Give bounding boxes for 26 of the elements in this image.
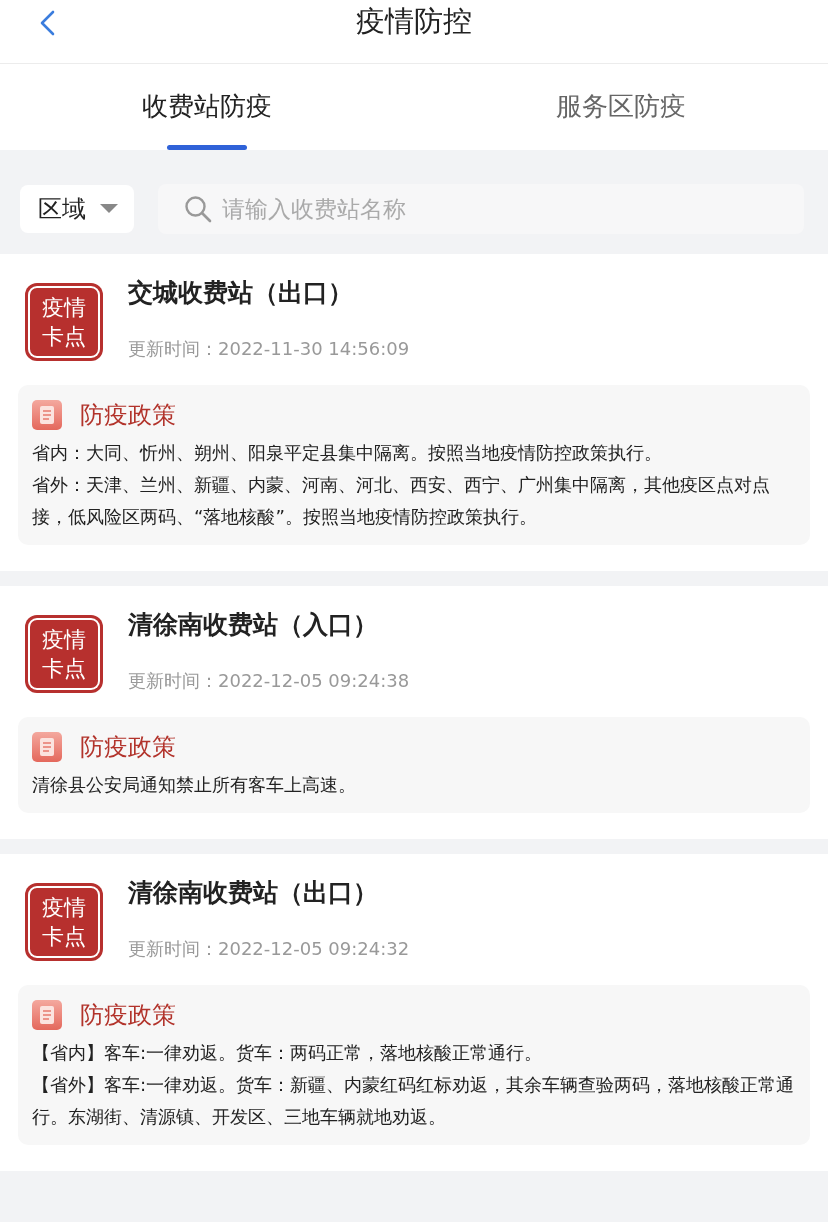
update-time: 更新时间：2022-12-05 09:24:38 [128, 669, 410, 693]
policy-text: 省外：天津、兰州、新疆、内蒙、河南、河北、西安、西宁、广州集中隔离，其他疫区点对点接，低风险区两码、“落地核酸”。按照当地疫情防控政策执行。 [32, 473, 771, 529]
update-time: 更新时间：2022-11-30 14:56:09 [128, 337, 410, 361]
policy-text: 【省外】客车:一律劝返。货车：新疆、内蒙红码红标劝返，其余车辆查验两码，落地核酸正常通行。东湖街、清源镇、开发区、三地车辆就地劝返。 [32, 1073, 796, 1129]
policy-text: 【省内】客车:一律劝返。货车：两码正常，落地核酸正常通行。 [32, 1041, 544, 1065]
station-name: 交城收费站（出口） [128, 277, 354, 309]
policy-title: 防疫政策 [80, 732, 176, 763]
checkpoint-badge: 疫情 卡点 [28, 886, 100, 958]
document-icon [32, 400, 62, 430]
document-icon [32, 1000, 62, 1030]
caret-icon [100, 204, 118, 214]
tab[interactable]: 收费站防疫 [0, 64, 414, 150]
checkpoint-badge: 疫情 卡点 [28, 286, 100, 358]
update-time: 更新时间：2022-12-05 09:24:32 [128, 937, 410, 961]
search-field[interactable]: 请输入收费站名称 [158, 184, 804, 234]
region-dropdown[interactable]: 区域 [20, 185, 134, 233]
policy-title: 防疫政策 [80, 400, 176, 431]
policy-text: 清徐县公安局通知禁止所有客车上高速。 [32, 773, 357, 797]
station-name: 清徐南收费站（出口） [128, 877, 379, 909]
document-icon [32, 732, 62, 762]
policy-title: 防疫政策 [80, 1000, 176, 1031]
tab[interactable]: 服务区防疫 [414, 64, 828, 150]
station-name: 清徐南收费站（入口） [128, 609, 379, 641]
page-title: 疫情防控 [356, 2, 472, 40]
checkpoint-badge: 疫情 卡点 [28, 618, 100, 690]
policy-text: 省内：大同、忻州、朔州、阳泉平定县集中隔离。按照当地疫情防控政策执行。 [32, 441, 663, 465]
